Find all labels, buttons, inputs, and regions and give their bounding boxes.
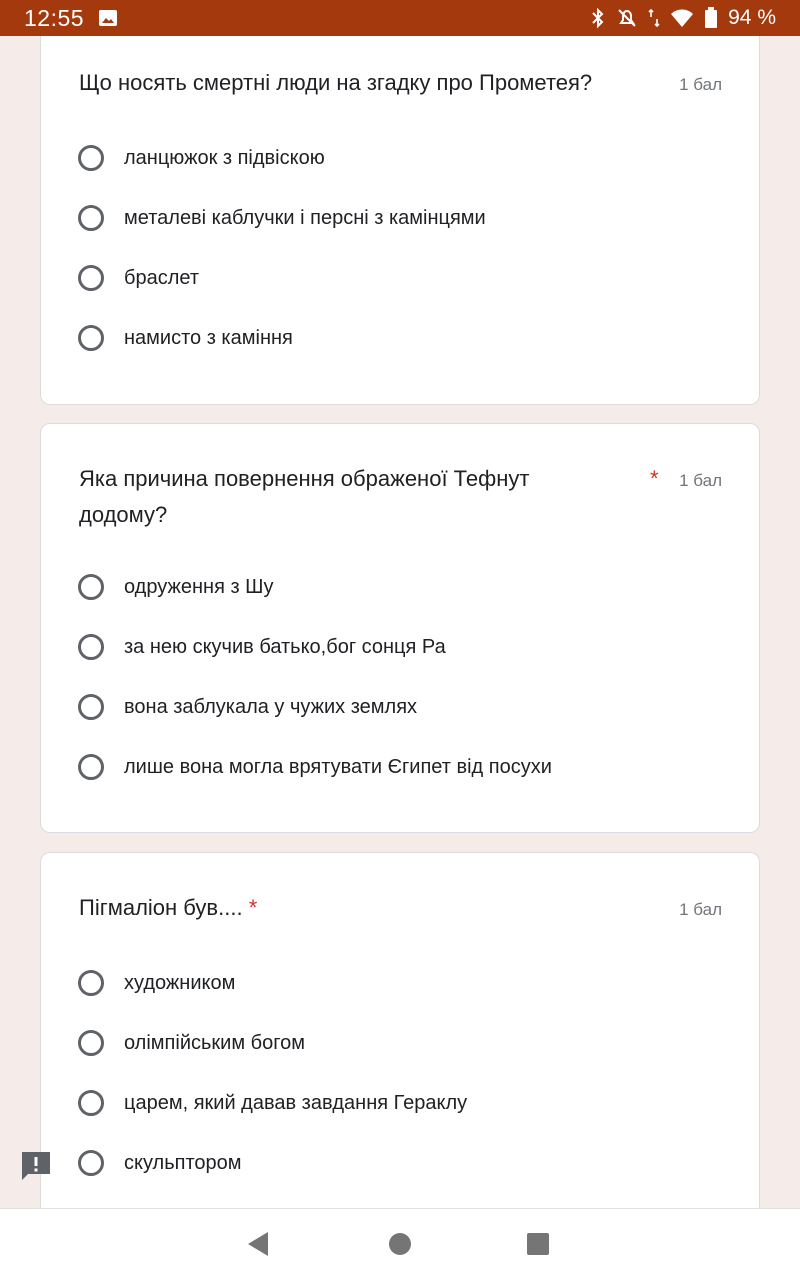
question-title-text: Пігмаліон був.... (79, 895, 243, 920)
radio-option[interactable]: лише вона могла врятувати Єгипет від пос… (78, 747, 552, 787)
option-label: металеві каблучки і персні з камінцями (124, 206, 486, 229)
option-label: браслет (124, 266, 199, 289)
radio-option[interactable]: за нею скучив батько,бог сонця Ра (78, 627, 446, 667)
radio-button[interactable] (78, 145, 104, 171)
question-points: 1 бал (679, 900, 722, 919)
option-label: художником (124, 971, 236, 994)
radio-option[interactable]: олімпійським богом (78, 1023, 305, 1063)
option-label: скульптором (124, 1151, 242, 1174)
question-title: Що носять смертні люди на згадку про Про… (79, 70, 593, 95)
question-points: 1 бал (679, 75, 722, 94)
radio-button[interactable] (78, 970, 104, 996)
option-label: за нею скучив батько,бог сонця Ра (124, 635, 446, 658)
wifi-icon (671, 9, 694, 27)
question-title-line: Яка причина повернення ображеної Тефнут (79, 466, 530, 491)
radio-option[interactable]: вона заблукала у чужих землях (78, 687, 417, 727)
option-label: ланцюжок з підвіскою (124, 146, 325, 169)
battery-percent: 94 % (728, 6, 776, 29)
option-label: вона заблукала у чужих землях (124, 695, 418, 718)
radio-option[interactable]: ланцюжок з підвіскою (78, 138, 325, 178)
data-arrows-icon (648, 8, 660, 28)
image-icon (99, 10, 118, 26)
radio-button[interactable] (78, 574, 104, 600)
question-points: 1 бал (679, 471, 722, 490)
radio-button[interactable] (78, 325, 104, 351)
feedback-icon[interactable] (20, 1150, 52, 1182)
question-title: Пігмаліон був.... * (79, 890, 257, 926)
radio-button[interactable] (78, 634, 104, 660)
option-label: одруження з Шу (124, 575, 274, 598)
radio-button[interactable] (78, 1090, 104, 1116)
radio-button[interactable] (78, 694, 104, 720)
question-title-line: додому? (79, 502, 168, 527)
option-label: царем, який давав завдання Гераклу (124, 1091, 468, 1114)
radio-button[interactable] (78, 754, 104, 780)
option-label: лише вона могла врятувати Єгипет від пос… (124, 755, 552, 778)
status-bar: 12:55 94 % (0, 0, 800, 36)
radio-option[interactable]: скульптором (78, 1143, 242, 1183)
radio-button[interactable] (78, 1150, 104, 1176)
option-label: намисто з каміння (124, 326, 293, 349)
radio-option[interactable]: царем, який давав завдання Гераклу (78, 1083, 467, 1123)
radio-option[interactable]: металеві каблучки і персні з камінцями (78, 198, 486, 238)
required-asterisk: * (248, 895, 258, 920)
question-card: Що носять смертні люди на згадку про Про… (40, 36, 760, 405)
bluetooth-icon (592, 7, 604, 29)
option-label: олімпійським богом (124, 1031, 305, 1054)
recents-icon[interactable] (526, 1231, 550, 1257)
back-icon[interactable] (246, 1231, 270, 1257)
navigation-bar (0, 1208, 800, 1281)
question-card: Яка причина повернення ображеної Тефнут … (40, 423, 760, 833)
home-icon[interactable] (388, 1231, 412, 1257)
radio-option[interactable]: намисто з каміння (78, 318, 293, 358)
radio-button[interactable] (78, 205, 104, 231)
required-asterisk: * (650, 466, 659, 491)
radio-option[interactable]: одруження з Шу (78, 567, 274, 607)
question-title: Яка причина повернення ображеної Тефнут … (79, 461, 529, 533)
radio-button[interactable] (78, 1030, 104, 1056)
radio-button[interactable] (78, 265, 104, 291)
clock: 12:55 (24, 4, 85, 31)
radio-option[interactable]: художником (78, 963, 235, 1003)
battery-icon (705, 7, 718, 28)
muted-bell-icon (618, 9, 636, 27)
radio-option[interactable]: браслет (78, 258, 199, 298)
question-card: Пігмаліон був.... * 1 бал художником олі… (40, 852, 760, 1208)
